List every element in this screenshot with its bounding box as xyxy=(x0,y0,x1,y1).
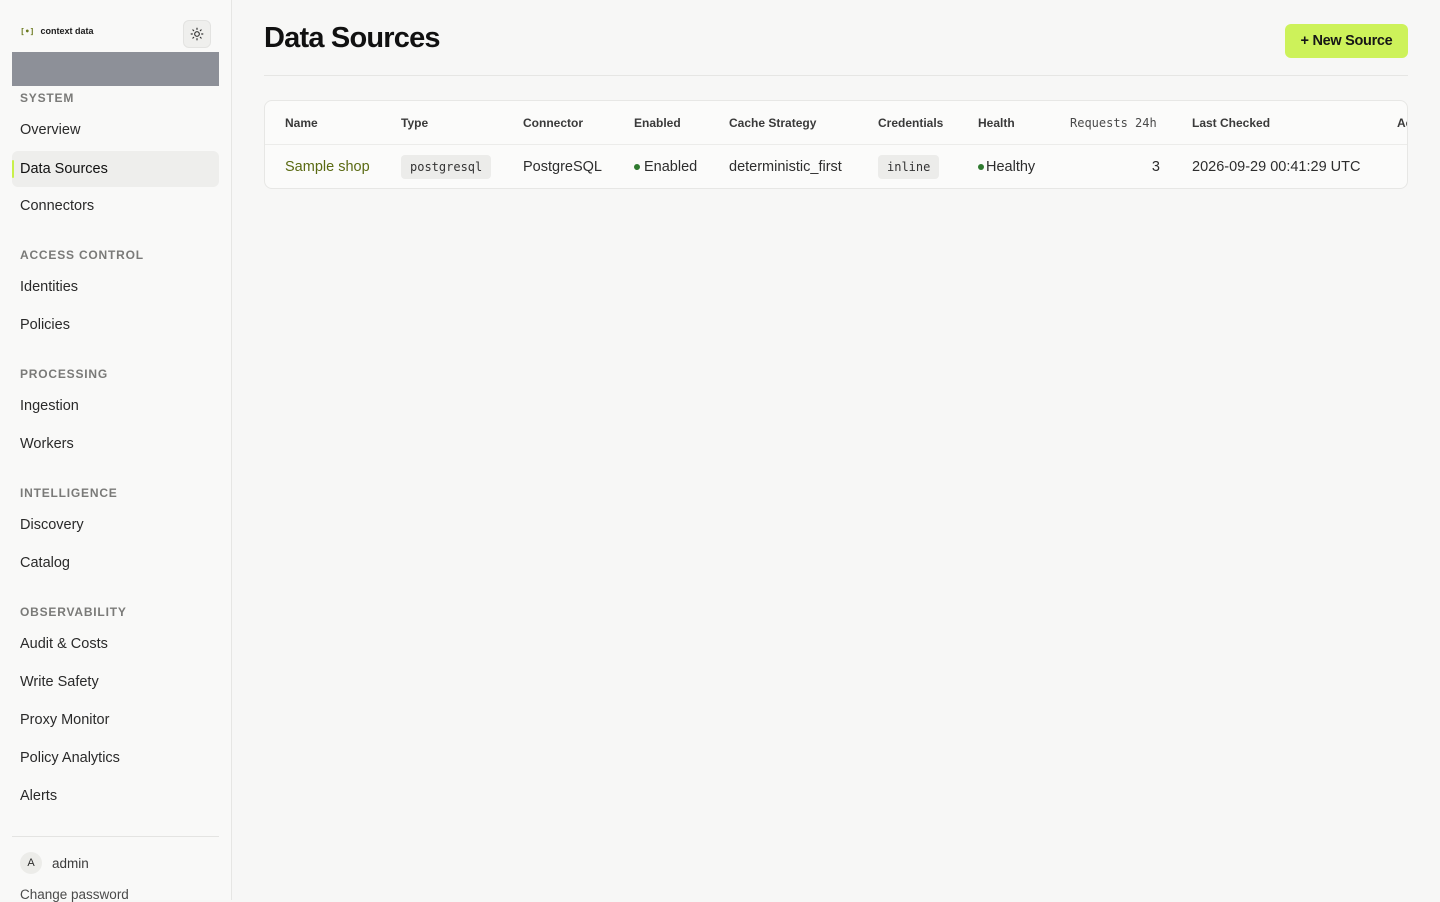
sidebar-item-write-safety[interactable]: Write Safety xyxy=(12,664,219,700)
cell-health: Healthy xyxy=(978,145,1036,188)
sidebar-item-alerts[interactable]: Alerts xyxy=(12,778,219,814)
redacted-banner xyxy=(12,52,219,86)
user-menu[interactable]: A admin xyxy=(20,852,89,874)
nav-section-intelligence: INTELLIGENCE xyxy=(20,486,118,500)
column-header-cache-strategy[interactable]: Cache Strategy xyxy=(729,101,816,144)
enabled-status-text: Enabled xyxy=(644,159,698,175)
nav-section-system: SYSTEM xyxy=(20,91,75,105)
nav-section-observability: OBSERVABILITY xyxy=(20,605,127,619)
cell-actions: Ed xyxy=(1406,145,1407,188)
cell-credentials: inline xyxy=(878,145,940,188)
source-name-link[interactable]: Sample shop xyxy=(285,159,370,175)
column-header-last-checked[interactable]: Last Checked xyxy=(1192,101,1270,144)
sidebar-item-ingestion[interactable]: Ingestion xyxy=(12,388,219,424)
sidebar-divider xyxy=(12,836,219,837)
brand-mark-icon: [•] xyxy=(20,26,35,36)
sidebar-item-overview[interactable]: Overview xyxy=(12,112,219,148)
type-chip: postgresql xyxy=(401,155,492,179)
avatar: A xyxy=(20,852,42,874)
column-header-health[interactable]: Health xyxy=(978,101,1015,144)
sidebar-item-audit-costs[interactable]: Audit & Costs xyxy=(12,626,219,662)
health-status-text: Healthy xyxy=(986,159,1036,175)
theme-toggle-button[interactable] xyxy=(183,20,211,48)
column-header-actions[interactable]: Ac xyxy=(1397,101,1407,144)
user-name: admin xyxy=(52,855,89,871)
sidebar-item-connectors[interactable]: Connectors xyxy=(12,188,219,224)
cell-cache-strategy: deterministic_first xyxy=(729,159,842,175)
health-status-dot xyxy=(978,164,984,170)
sidebar-item-identities[interactable]: Identities xyxy=(12,269,219,305)
enabled-status-dot xyxy=(634,164,640,170)
sidebar: [•] context data SYSTEM Overview Data So… xyxy=(0,0,232,902)
column-header-enabled[interactable]: Enabled xyxy=(634,101,681,144)
sidebar-item-data-sources[interactable]: Data Sources xyxy=(12,151,219,187)
sidebar-item-discovery[interactable]: Discovery xyxy=(12,507,219,543)
cell-enabled: Enabled xyxy=(634,145,698,188)
nav-section-access-control: ACCESS CONTROL xyxy=(20,248,144,262)
column-header-requests-24h[interactable]: Requests 24h xyxy=(1070,101,1157,144)
sidebar-item-policies[interactable]: Policies xyxy=(12,307,219,343)
sidebar-item-policy-analytics[interactable]: Policy Analytics xyxy=(12,740,219,776)
brand-logo[interactable]: [•] context data xyxy=(20,26,93,36)
cell-requests-24h: 3 xyxy=(1151,159,1160,175)
data-sources-table: Name Type Connector Enabled Cache Strate… xyxy=(264,100,1408,189)
column-header-connector[interactable]: Connector xyxy=(523,101,583,144)
cell-type: postgresql xyxy=(401,145,492,188)
sun-icon xyxy=(190,27,204,41)
main-content: Data Sources + New Source Name Type Conn… xyxy=(232,0,1440,900)
sidebar-item-workers[interactable]: Workers xyxy=(12,426,219,462)
cell-connector: PostgreSQL xyxy=(523,159,602,175)
sidebar-item-proxy-monitor[interactable]: Proxy Monitor xyxy=(12,702,219,738)
column-header-credentials[interactable]: Credentials xyxy=(878,101,943,144)
nav-section-processing: PROCESSING xyxy=(20,367,109,381)
credentials-chip: inline xyxy=(878,155,940,179)
brand-name: context data xyxy=(40,26,94,36)
title-divider xyxy=(264,75,1408,76)
column-header-type[interactable]: Type xyxy=(401,101,428,144)
column-header-name[interactable]: Name xyxy=(285,101,318,144)
cell-last-checked: 2026-09-29 00:41:29 UTC xyxy=(1192,159,1361,175)
page-title: Data Sources xyxy=(264,22,441,54)
edit-link[interactable]: Ed xyxy=(1406,159,1407,175)
sidebar-item-catalog[interactable]: Catalog xyxy=(12,545,219,581)
cell-name: Sample shop xyxy=(285,145,370,188)
new-source-button[interactable]: + New Source xyxy=(1285,24,1408,58)
